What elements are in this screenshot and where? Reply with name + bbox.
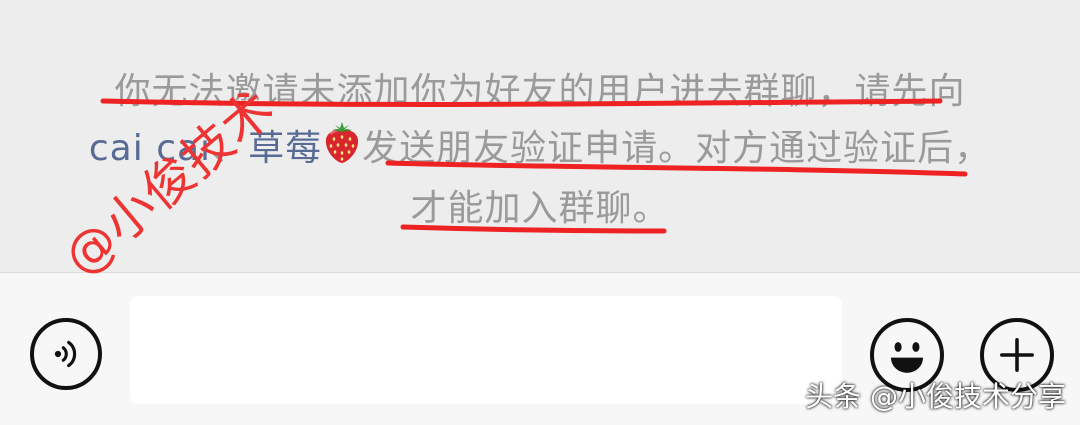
voice-button[interactable]: [30, 318, 102, 390]
voice-icon: [54, 340, 77, 368]
strawberry-icon: [322, 120, 362, 181]
message-input[interactable]: [130, 296, 842, 404]
watermark-credit: 头条 @小俊技术分享: [805, 380, 1066, 413]
notice-line-2-text: 发送朋友验证申请。对方通过验证后，: [362, 128, 992, 169]
notice-line-3-text: 才能加入群聊。: [410, 188, 670, 229]
notice-line-3: 才能加入群聊。: [80, 181, 1000, 237]
